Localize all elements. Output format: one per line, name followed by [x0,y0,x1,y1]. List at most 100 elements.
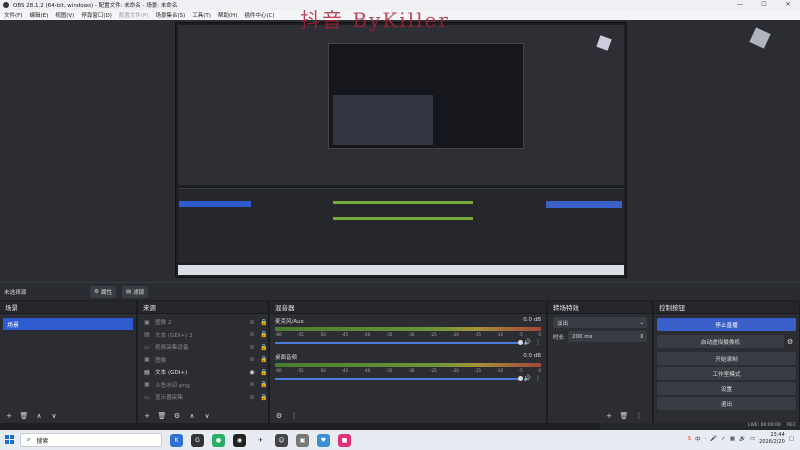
menu-view[interactable]: 视图(V) [55,11,74,19]
filters-button[interactable]: ▤ 滤镜 [121,285,149,298]
source-name: 显示器采集 [155,395,183,402]
source-name: 图像 [155,357,167,364]
menu-plugins[interactable]: 插件中心(C) [244,11,274,19]
lock-icon[interactable]: 🔒 [260,369,268,376]
taskbar-search[interactable]: ⌕ 搜索 [20,433,162,447]
menu-edit[interactable]: 编辑(E) [29,11,48,19]
menu-profile[interactable]: 配置文件(P) [119,11,149,19]
source-item[interactable]: ▭ 视频采集设备 ⊘ 🔒 [138,341,268,354]
transition-type: 淡出 [557,320,569,327]
move-down-button[interactable]: ∨ [48,411,60,422]
nested-stop-button [546,201,622,208]
app-plane-icon[interactable]: ✈ [254,433,267,447]
scene-item[interactable]: 场景 [3,318,133,330]
source-item[interactable]: ▭ 显示器采集 ⊘ 🔒 [138,391,268,404]
hidden-eye-icon[interactable]: ⊘ [248,319,256,326]
lock-icon[interactable]: 🔒 [260,394,268,401]
add-transition-button[interactable]: + [603,411,615,422]
start-virtual-camera-button[interactable]: 启动虚拟摄像机 [657,335,784,348]
camera-icon: ▭ [144,343,150,351]
notification-icon[interactable]: ▢ [789,436,794,442]
hidden-eye-icon[interactable]: ⊘ [248,356,256,363]
watermark-stamp: 抖音 ByKiller [300,8,450,32]
stop-streaming-button[interactable]: 停止直播 [657,318,796,331]
source-item[interactable]: ▣ 斗鱼水印.png ⊘ 🔒 [138,379,268,392]
ime-indicator[interactable]: 中 [695,435,701,443]
volume-slider[interactable] [275,375,523,381]
hidden-eye-icon[interactable]: ⊘ [248,381,256,388]
move-up-button[interactable]: ∧ [186,411,198,422]
hidden-eye-icon[interactable]: ⊘ [248,344,256,351]
app-k-icon[interactable]: K [170,433,183,447]
windows-start-icon[interactable] [5,435,14,444]
gear-icon[interactable]: ⚙ [787,338,799,346]
transition-menu-button[interactable]: ⋮ [633,411,645,422]
lock-icon[interactable]: 🔒 [260,319,268,326]
menu-help[interactable]: 帮助(H) [218,11,237,19]
remove-scene-button[interactable]: 🗑 [18,411,30,422]
menu-scene-collection[interactable]: 场景集合(S) [155,11,185,19]
menu-file[interactable]: 文件(F) [4,11,22,19]
lock-icon[interactable]: 🔒 [260,344,268,351]
source-item[interactable]: ▤ 文本 (GDI+) ◉ 🔒 [138,366,268,379]
app-g-icon[interactable]: G [191,433,204,447]
move-down-button[interactable]: ∨ [201,411,213,422]
source-item[interactable]: ▤ 文本 (GDI+) 2 ⊘ 🔒 [138,329,268,342]
lock-icon[interactable]: 🔒 [260,331,268,338]
window-title: OBS 28.1.2 (64-bit, windows) - 配置文件: 未命名… [13,3,178,9]
preview-canvas[interactable] [175,22,627,278]
hidden-eye-icon[interactable]: ⊘ [248,331,256,338]
remove-source-button[interactable]: 🗑 [156,411,168,422]
hidden-eye-icon[interactable]: ⊘ [248,394,256,401]
add-scene-button[interactable]: + [3,411,15,422]
transition-select[interactable]: 淡出 ⌄ [553,317,647,328]
app-window-icon[interactable]: ▣ [296,433,309,447]
sources-dock: 来源 ▣ 图像 2 ⊘ 🔒 ▤ 文本 (GDI+) 2 ⊘ 🔒 ▭ 视频采集设备 ⊘ 🔒 ▣ 图像 ⊘… [138,301,269,423]
menu-tools[interactable]: 工具(T) [192,11,211,19]
network-icon[interactable]: ▦ [730,436,735,442]
menu-docks[interactable]: 停靠窗口(D) [81,11,112,19]
filters-label: 滤镜 [133,289,145,296]
tray-s-icon[interactable]: S [688,436,692,442]
properties-button[interactable]: ⚙ 属性 [90,285,116,298]
start-recording-button[interactable]: 开始录制 [657,352,796,365]
lock-icon[interactable]: 🔒 [260,381,268,388]
source-item[interactable]: ▣ 图像 ⊘ 🔒 [138,354,268,367]
move-up-button[interactable]: ∧ [33,411,45,422]
live-status: LIVE: 00:00:00 [747,423,781,428]
add-source-button[interactable]: + [141,411,153,422]
app-pink-icon[interactable]: ■ [338,433,351,447]
studio-mode-button[interactable]: 工作室模式 [657,367,796,380]
maximize-button[interactable]: ☐ [752,0,776,10]
battery-icon[interactable]: ▭ [750,436,755,442]
speaker-icon[interactable]: 🔊 [524,375,531,382]
tray-dot-icon[interactable]: · [705,436,707,442]
settings-button[interactable]: 设置 [657,382,796,395]
exit-button[interactable]: 退出 [657,397,796,410]
clock[interactable]: 23:44 2026/2/20 [759,432,785,446]
eye-icon[interactable]: ◉ [248,369,256,376]
close-button[interactable]: ✕ [776,0,800,10]
app-avatar-icon[interactable]: ☺ [275,433,288,447]
tray-check-icon[interactable]: ✓ [721,436,726,442]
more-options-icon[interactable]: ⋮ [535,375,541,382]
app-wechat-icon[interactable]: ● [212,433,225,447]
volume-slider[interactable] [275,339,523,345]
rec-status: REC [786,423,796,428]
source-properties-button[interactable]: ⚙ [171,411,183,422]
mixer-menu-button[interactable]: ⋮ [288,411,300,422]
volume-icon[interactable]: 🔊 [739,436,746,442]
source-item[interactable]: ▣ 图像 2 ⊘ 🔒 [138,316,268,329]
app-obs-icon[interactable]: ◉ [233,433,246,447]
minimize-button[interactable]: — [728,0,752,10]
speaker-icon[interactable]: 🔊 [524,339,531,346]
remove-transition-button[interactable]: 🗑 [618,411,630,422]
duration-input[interactable]: 200 ms ⇕ [568,331,647,342]
more-options-icon[interactable]: ⋮ [535,339,541,346]
volume-meter [275,327,541,331]
lock-icon[interactable]: 🔒 [260,356,268,363]
mic-icon[interactable]: 🎤 [710,436,717,442]
advanced-audio-button[interactable]: ⚙ [273,411,285,422]
app-heart-icon[interactable]: ♥ [317,433,330,447]
mixer-channel-mic: 麦克风/Aux 0.0 dB -60 -55 -50 -45 -40 -35 -30 -25 -2… [270,314,546,346]
